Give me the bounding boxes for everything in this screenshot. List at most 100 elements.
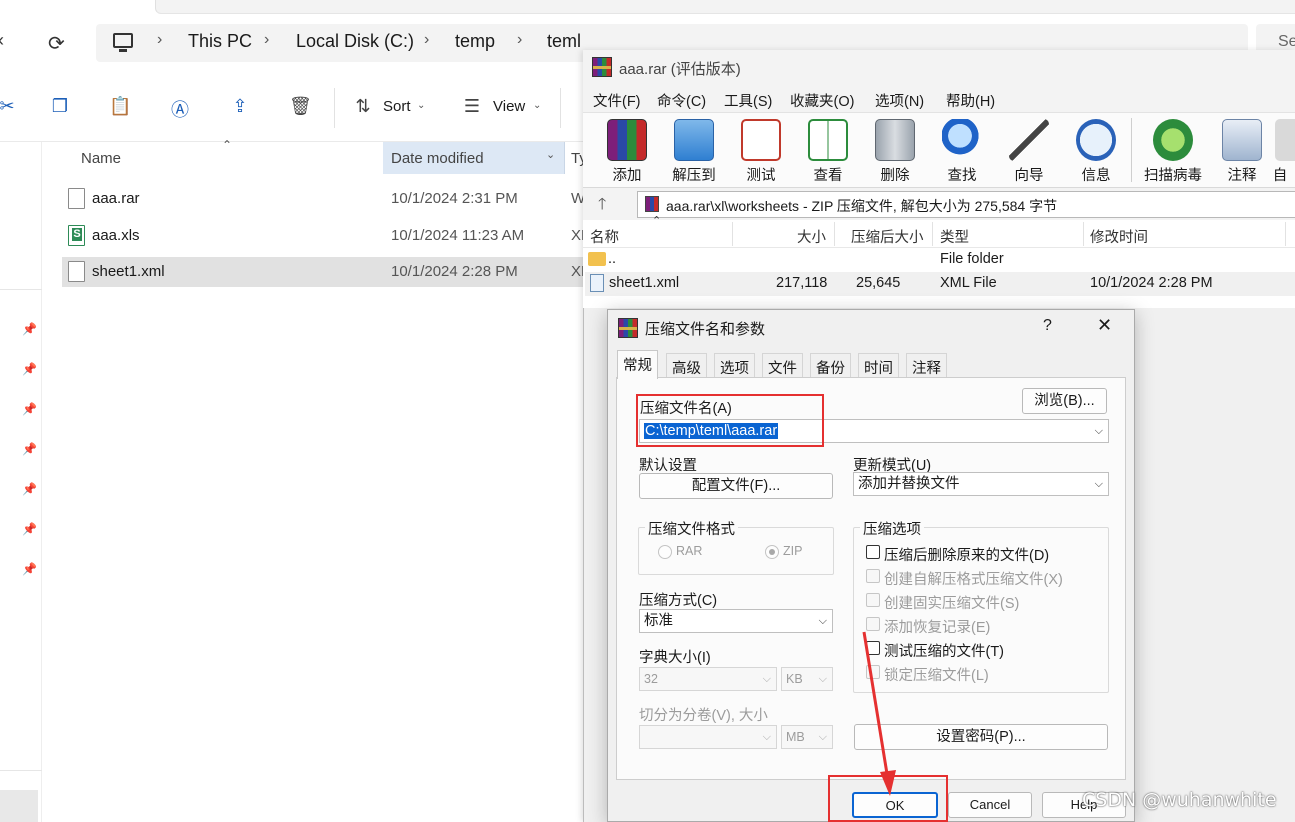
- tab-files[interactable]: 文件: [762, 353, 803, 377]
- col-divider: [834, 222, 835, 246]
- checkbox-solid[interactable]: [866, 593, 880, 607]
- nav-selected-item[interactable]: [0, 790, 38, 822]
- method-label: 压缩方式(C): [639, 593, 718, 609]
- tool-extract[interactable]: 解压到: [664, 116, 724, 186]
- checkbox-delete-after[interactable]: [866, 545, 880, 559]
- pin-icon[interactable]: 📌: [22, 562, 37, 576]
- cut-icon[interactable]: ✂: [0, 96, 18, 118]
- breadcrumb-teml[interactable]: teml: [547, 31, 581, 52]
- menu-help[interactable]: 帮助(H): [946, 90, 995, 111]
- delete-icon[interactable]: 🗑: [289, 96, 312, 118]
- tool-comment[interactable]: 注释: [1212, 116, 1272, 186]
- toolbar-divider: [334, 88, 335, 128]
- tool-label: 信息: [1081, 168, 1111, 184]
- magic-wand-icon: [1009, 119, 1049, 161]
- profiles-button[interactable]: 配置文件(F)...: [639, 473, 833, 499]
- list-col-modified[interactable]: 修改时间: [1090, 226, 1148, 247]
- column-header-date[interactable]: Date modified: [391, 150, 484, 167]
- close-icon[interactable]: ✕: [1097, 315, 1112, 336]
- update-mode-select[interactable]: 添加并替换文件 ⌵: [853, 472, 1109, 496]
- checkbox-sfx[interactable]: [866, 569, 880, 583]
- up-arrow-icon[interactable]: ‹: [0, 30, 4, 51]
- radio-zip[interactable]: [765, 545, 779, 559]
- breadcrumb-temp[interactable]: temp: [455, 31, 495, 52]
- tool-view[interactable]: 查看: [798, 116, 858, 186]
- radio-rar[interactable]: [658, 545, 672, 559]
- list-col-type[interactable]: 类型: [940, 226, 969, 247]
- refresh-icon[interactable]: ⟳: [48, 31, 70, 55]
- breadcrumb-this-pc[interactable]: This PC: [188, 31, 252, 52]
- help-icon[interactable]: ?: [1043, 317, 1052, 335]
- tool-label: 添加: [612, 168, 642, 184]
- tool-add[interactable]: 添加: [597, 116, 657, 186]
- search-placeholder: Se: [1278, 33, 1295, 50]
- method-select[interactable]: 标准 ⌵: [639, 609, 833, 633]
- checkbox-recovery[interactable]: [866, 617, 880, 631]
- pin-icon[interactable]: 📌: [22, 482, 37, 496]
- menu-file[interactable]: 文件(F): [593, 90, 641, 111]
- tab-backup[interactable]: 备份: [810, 353, 851, 377]
- tool-info[interactable]: 信息: [1066, 116, 1126, 186]
- list-col-packed[interactable]: 压缩后大小: [851, 226, 924, 247]
- menu-commands[interactable]: 命令(C): [657, 90, 706, 111]
- annotation-box-archive-name: [636, 394, 824, 447]
- list-col-name[interactable]: 名称: [590, 226, 619, 247]
- dictionary-select[interactable]: 32 ⌵: [639, 667, 777, 691]
- tab-general[interactable]: 常规: [617, 350, 658, 379]
- pin-icon[interactable]: 📌: [22, 322, 37, 336]
- menu-options[interactable]: 选项(N): [875, 90, 924, 111]
- copy-icon[interactable]: ❐: [49, 96, 71, 118]
- share-icon[interactable]: ⇪: [229, 96, 251, 118]
- menu-favorites[interactable]: 收藏夹(O): [790, 90, 854, 111]
- list-row-type: XML File: [940, 275, 997, 291]
- view-button[interactable]: View: [493, 98, 525, 115]
- tool-find[interactable]: 查找: [932, 116, 992, 186]
- pin-icon[interactable]: 📌: [22, 442, 37, 456]
- winrar-logo-icon: [618, 318, 638, 338]
- list-row-size: 217,118: [776, 275, 828, 291]
- tab-time[interactable]: 时间: [858, 353, 899, 377]
- tool-label: 自: [1272, 168, 1288, 184]
- chevron-down-icon: ⌵: [762, 673, 771, 685]
- test-clipboard-icon: [741, 119, 781, 161]
- file-row[interactable]: aaa.xls 10/1/2024 11:23 AM XL: [62, 221, 602, 251]
- cancel-button[interactable]: Cancel: [948, 792, 1032, 818]
- tool-label: 扫描病毒: [1144, 168, 1202, 184]
- chevron-down-icon[interactable]: ⌵: [1095, 420, 1103, 442]
- tab-advanced[interactable]: 高级: [666, 353, 707, 377]
- tool-sfx[interactable]: 自: [1265, 116, 1295, 186]
- list-row-name[interactable]: sheet1.xml: [609, 275, 679, 291]
- pin-icon[interactable]: 📌: [22, 522, 37, 536]
- info-icon: [1076, 119, 1116, 161]
- file-row-selected[interactable]: sheet1.xml 10/1/2024 2:28 PM XL: [62, 257, 602, 287]
- tab-options[interactable]: 选项: [714, 353, 755, 377]
- sort-button[interactable]: Sort: [383, 98, 411, 115]
- list-col-size[interactable]: 大小: [797, 226, 826, 247]
- dictionary-unit-select[interactable]: KB ⌵: [781, 667, 833, 691]
- list-row-name[interactable]: ..: [608, 251, 616, 267]
- tool-wizard[interactable]: 向导: [999, 116, 1059, 186]
- paste-icon[interactable]: 📋: [109, 96, 131, 118]
- this-pc-icon: [113, 33, 133, 48]
- chevron-down-icon[interactable]: ⌄: [546, 148, 555, 161]
- chevron-down-icon: ⌵: [818, 731, 827, 743]
- chevron-right-icon: ›: [424, 31, 430, 48]
- tool-virus-scan[interactable]: 扫描病毒: [1143, 116, 1203, 186]
- col-divider: [932, 222, 933, 246]
- menu-tools[interactable]: 工具(S): [724, 90, 772, 111]
- split-size-input[interactable]: ⌵: [639, 725, 777, 749]
- col-divider: [732, 222, 733, 246]
- rename-icon[interactable]: Ⓐ: [169, 96, 191, 120]
- column-header-name[interactable]: Name: [81, 150, 121, 167]
- tool-test[interactable]: 测试: [731, 116, 791, 186]
- up-arrow-icon[interactable]: 🡑: [598, 193, 606, 220]
- tool-delete[interactable]: 删除: [865, 116, 925, 186]
- file-row[interactable]: aaa.rar 10/1/2024 2:31 PM W: [62, 184, 602, 214]
- pin-icon[interactable]: 📌: [22, 362, 37, 376]
- dialog-title: 压缩文件名和参数: [645, 321, 766, 338]
- tab-comment[interactable]: 注释: [906, 353, 947, 377]
- browse-button[interactable]: 浏览(B)...: [1022, 388, 1107, 414]
- breadcrumb-local-disk[interactable]: Local Disk (C:): [296, 31, 414, 52]
- split-unit-select[interactable]: MB ⌵: [781, 725, 833, 749]
- pin-icon[interactable]: 📌: [22, 402, 37, 416]
